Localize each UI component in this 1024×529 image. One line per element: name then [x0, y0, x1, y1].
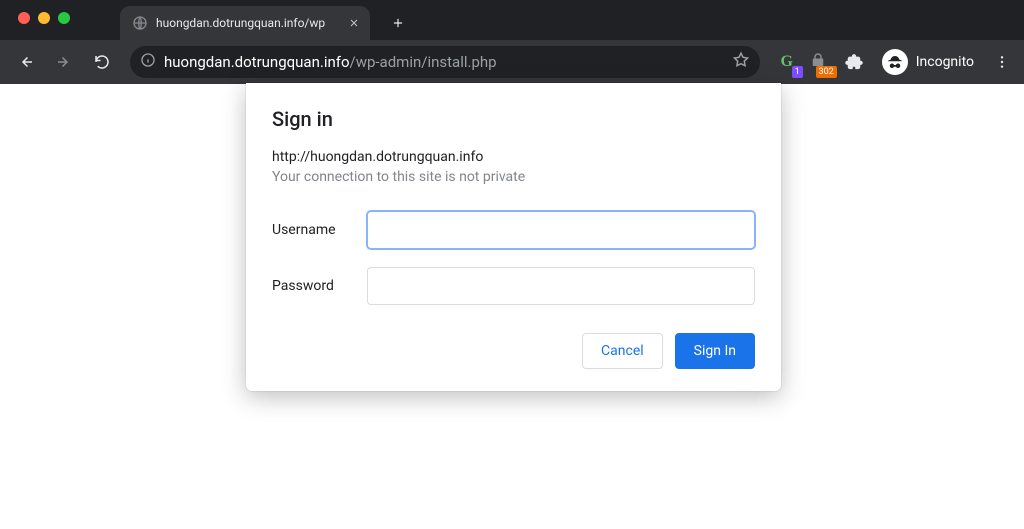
bookmark-star-icon[interactable] — [732, 51, 750, 73]
incognito-indicator[interactable]: Incognito — [882, 49, 974, 75]
window-close-button[interactable] — [18, 12, 30, 24]
url-text: huongdan.dotrungquan.info/wp-admin/insta… — [164, 53, 724, 71]
nav-back-button[interactable] — [10, 46, 42, 78]
password-row: Password — [272, 267, 755, 305]
dialog-title: Sign in — [272, 107, 755, 131]
nav-forward-button[interactable] — [48, 46, 80, 78]
browser-chrome: huongdan.dotrungquan.info/wp huongdan.do… — [0, 0, 1024, 84]
extensions-menu-icon[interactable] — [838, 46, 870, 78]
cancel-button[interactable]: Cancel — [582, 333, 663, 369]
username-input[interactable] — [367, 211, 755, 249]
browser-tab[interactable]: huongdan.dotrungquan.info/wp — [120, 6, 370, 40]
page-viewport: Sign in http://huongdan.dotrungquan.info… — [0, 84, 1024, 529]
address-bar[interactable]: huongdan.dotrungquan.info/wp-admin/insta… — [130, 46, 760, 78]
dialog-actions: Cancel Sign In — [272, 333, 755, 369]
window-maximize-button[interactable] — [58, 12, 70, 24]
sign-in-button[interactable]: Sign In — [675, 333, 755, 369]
dialog-origin: http://huongdan.dotrungquan.info — [272, 149, 755, 165]
extension-g-icon[interactable]: G 1 — [776, 51, 798, 73]
username-row: Username — [272, 211, 755, 249]
tab-title: huongdan.dotrungquan.info/wp — [156, 16, 340, 30]
tab-strip: huongdan.dotrungquan.info/wp — [0, 0, 1024, 40]
username-label: Username — [272, 222, 367, 238]
password-input[interactable] — [367, 267, 755, 305]
extension-lock-badge: 302 — [816, 66, 837, 78]
window-minimize-button[interactable] — [38, 12, 50, 24]
new-tab-button[interactable] — [384, 9, 412, 37]
incognito-label: Incognito — [916, 54, 974, 70]
browser-toolbar: huongdan.dotrungquan.info/wp-admin/insta… — [0, 40, 1024, 84]
extension-lock-icon[interactable]: 302 — [806, 51, 830, 73]
incognito-icon — [882, 49, 908, 75]
url-host: huongdan.dotrungquan.info — [164, 53, 350, 71]
extensions-area: G 1 302 Incognito — [776, 46, 1014, 78]
extension-g-badge: 1 — [792, 66, 803, 78]
password-label: Password — [272, 278, 367, 294]
tab-close-button[interactable] — [348, 17, 360, 29]
dialog-warning: Your connection to this site is not priv… — [272, 169, 755, 185]
window-controls — [8, 0, 84, 40]
site-info-icon[interactable] — [140, 52, 156, 72]
globe-icon — [132, 15, 148, 31]
nav-reload-button[interactable] — [86, 46, 118, 78]
url-path: /wp-admin/install.php — [350, 53, 497, 71]
browser-menu-button[interactable] — [990, 54, 1014, 70]
http-auth-dialog: Sign in http://huongdan.dotrungquan.info… — [246, 83, 781, 391]
